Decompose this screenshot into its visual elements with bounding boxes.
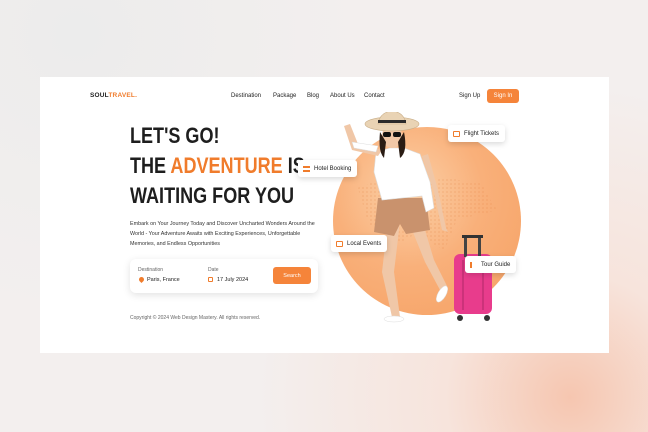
suitcase-handle-top	[462, 235, 483, 238]
flight-tickets-tag[interactable]: Flight Tickets	[448, 125, 506, 142]
destination-label: Destination	[138, 267, 164, 273]
date-label: Date	[208, 267, 219, 273]
traveler-image	[344, 112, 492, 323]
tour-guide-label: Tour Guide	[481, 261, 511, 268]
suitcase-handle-left	[464, 237, 467, 257]
ticket-icon	[453, 130, 460, 137]
flag-icon	[470, 261, 477, 268]
signin-button[interactable]: Sign In	[487, 89, 519, 103]
nav-about-us[interactable]: About Us	[330, 93, 355, 99]
nav-blog[interactable]: Blog	[307, 93, 319, 99]
nav-destination[interactable]: Destination	[231, 93, 261, 99]
destination-field[interactable]: Paris, France	[147, 277, 180, 283]
event-icon	[336, 240, 343, 247]
landing-card	[40, 77, 609, 353]
hero-line-2: THE ADVENTURE IS	[130, 155, 305, 177]
search-button[interactable]: Search	[273, 267, 311, 284]
hero-highlight: ADVENTURE	[170, 153, 283, 178]
hero-line-2a: THE	[130, 153, 171, 178]
hero-line-1: LET'S GO!	[130, 123, 220, 148]
tour-guide-tag[interactable]: Tour Guide	[465, 256, 517, 273]
location-pin-icon	[137, 275, 146, 284]
key-icon	[303, 165, 310, 172]
logo[interactable]: SOULTRAVEL.	[90, 92, 137, 99]
copyright: Copyright © 2024 Web Design Mastery. All…	[130, 315, 261, 321]
signup-link[interactable]: Sign Up	[459, 93, 480, 99]
flight-tickets-label: Flight Tickets	[464, 130, 500, 137]
hero-description: Embark on Your Journey Today and Discove…	[130, 221, 315, 247]
hero-line-3: WAITING FOR YOU	[130, 183, 295, 208]
hotel-booking-tag[interactable]: Hotel Booking	[298, 160, 358, 177]
logo-part-1: SOUL	[90, 92, 109, 99]
suitcase-handle-right	[478, 237, 481, 257]
local-events-label: Local Events	[347, 240, 382, 247]
hotel-booking-label: Hotel Booking	[314, 165, 352, 172]
date-field[interactable]: 17 July 2024	[217, 277, 248, 283]
nav-contact[interactable]: Contact	[364, 93, 385, 99]
logo-part-2: TRAVEL.	[108, 92, 138, 99]
search-panel: Destination Paris, France Date 17 July 2…	[130, 259, 318, 293]
nav-package[interactable]: Package	[273, 93, 296, 99]
calendar-icon	[208, 277, 213, 282]
local-events-tag[interactable]: Local Events	[331, 235, 388, 252]
